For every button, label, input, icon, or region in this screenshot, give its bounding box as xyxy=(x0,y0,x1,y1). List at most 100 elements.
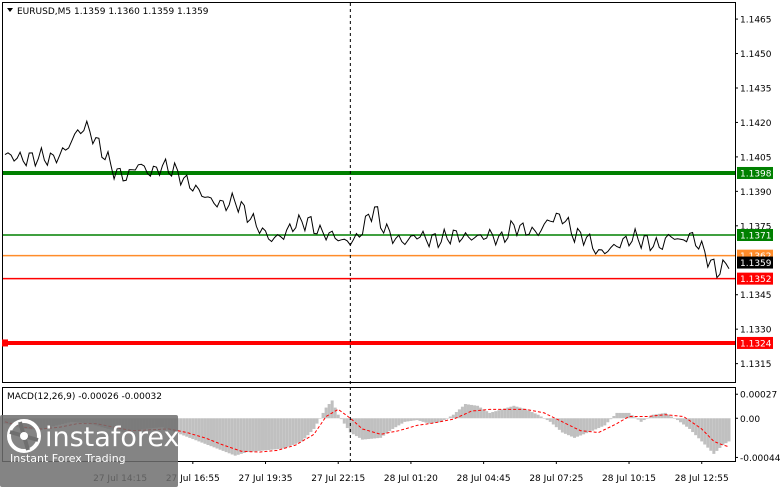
macd-bar xyxy=(597,418,601,429)
macd-bar xyxy=(657,413,661,419)
macd-bar xyxy=(397,418,401,426)
macd-bar xyxy=(330,400,334,419)
macd-bar xyxy=(188,418,192,438)
macd-bar xyxy=(566,418,570,436)
macd-bar xyxy=(494,411,498,419)
level-label-0: 1.1398 xyxy=(740,169,772,179)
macd-bar xyxy=(312,418,316,429)
macd-bar xyxy=(203,418,207,444)
price-tick-label: 1.1390 xyxy=(740,188,772,198)
macd-bar xyxy=(357,418,361,438)
macd-bar xyxy=(224,418,228,453)
macd-bar xyxy=(521,408,525,419)
macd-bar xyxy=(727,418,731,442)
macd-bar xyxy=(242,418,246,453)
macd-bar xyxy=(342,418,346,424)
time-axis: 27 Jul 14:1527 Jul 16:5527 Jul 19:3527 J… xyxy=(93,461,729,484)
macd-bar xyxy=(273,418,277,450)
macd-tick-label: 0.00027 xyxy=(740,391,777,401)
level-label-3: 1.1352 xyxy=(740,275,772,285)
macd-bar xyxy=(179,418,183,435)
watermark-tagline: Instant Forex Trading xyxy=(10,452,126,465)
level-label-4: 1.1324 xyxy=(740,339,772,349)
macd-bar xyxy=(569,418,573,437)
macd-bar xyxy=(430,418,434,424)
macd-bar xyxy=(197,418,201,442)
level-marker-4 xyxy=(2,339,8,347)
macd-bar xyxy=(400,418,404,424)
price-tick-label: 1.1450 xyxy=(740,50,772,60)
macd-bar xyxy=(306,418,310,436)
macd-bar xyxy=(254,418,258,452)
macd-bar xyxy=(633,417,637,419)
macd-bar xyxy=(270,418,274,450)
macd-bar xyxy=(460,406,464,419)
macd-bar xyxy=(345,418,349,429)
macd-bar xyxy=(563,418,567,434)
macd-bar xyxy=(533,413,537,419)
macd-bar xyxy=(424,418,428,423)
macd-axis: 0.00027 0.00 -0.00044 xyxy=(735,391,781,464)
macd-bar xyxy=(394,418,398,428)
macd-bar xyxy=(576,418,580,437)
price-tick-label: 1.1465 xyxy=(740,16,772,26)
macd-bar xyxy=(600,418,604,427)
macd-bar xyxy=(309,418,313,433)
macd-bar xyxy=(427,418,431,424)
macd-bar xyxy=(691,418,695,433)
macd-bar xyxy=(679,418,683,423)
macd-bar xyxy=(285,418,289,448)
macd-bar xyxy=(373,418,377,439)
macd-bar xyxy=(412,418,416,421)
macd-tick-label: -0.00044 xyxy=(740,454,781,464)
macd-bar xyxy=(327,404,331,419)
symbol-header-text: EURUSD,M5 1.1359 1.1360 1.1359 1.1359 xyxy=(17,7,209,17)
macd-bar xyxy=(606,418,610,423)
macd-bar xyxy=(297,418,301,443)
macd-bar xyxy=(185,418,189,437)
macd-bar xyxy=(282,418,286,449)
macd-bar xyxy=(318,418,322,419)
macd-bar xyxy=(333,407,337,419)
time-tick-label: 28 Jul 10:15 xyxy=(602,474,656,484)
macd-bar xyxy=(509,406,513,419)
time-tick-label: 28 Jul 04:45 xyxy=(457,474,511,484)
macd-bar xyxy=(442,418,446,421)
macd-bar xyxy=(321,412,325,419)
macd-bar xyxy=(457,409,461,419)
macd-bar xyxy=(257,418,261,451)
macd-bar xyxy=(291,418,295,445)
macd-bar xyxy=(267,418,271,451)
macd-bar xyxy=(645,418,649,419)
macd-bar xyxy=(627,412,631,419)
macd-bar xyxy=(594,418,598,430)
macd-bar xyxy=(715,418,719,451)
instaforex-watermark: instaforex Instant Forex Trading xyxy=(0,415,179,487)
macd-bar xyxy=(482,409,486,419)
macd-bar xyxy=(239,418,243,454)
macd-bar xyxy=(212,418,216,448)
macd-bar xyxy=(479,407,483,419)
symbol-header: EURUSD,M5 1.1359 1.1360 1.1359 1.1359 xyxy=(7,7,209,17)
macd-bar xyxy=(251,418,255,452)
price-tick-label: 1.1330 xyxy=(740,326,772,336)
macd-bar xyxy=(591,418,595,431)
macd-bar xyxy=(618,412,622,419)
macd-bar xyxy=(524,409,528,419)
macd-bar xyxy=(391,418,395,429)
macd-bar xyxy=(451,414,455,419)
macd-bar xyxy=(385,418,389,434)
macd-bar xyxy=(182,418,186,436)
macd-bar xyxy=(515,406,519,419)
macd-bar xyxy=(560,418,564,433)
macd-bar xyxy=(260,418,264,451)
macd-bar xyxy=(388,418,392,432)
macd-bar xyxy=(227,418,231,454)
macd-bar xyxy=(436,418,440,423)
macd-bar xyxy=(682,418,686,425)
macd-bar xyxy=(194,418,198,441)
macd-bar xyxy=(448,416,452,419)
macd-bar xyxy=(603,418,607,426)
macd-bar xyxy=(694,418,698,436)
time-tick-label: 28 Jul 07:25 xyxy=(529,474,583,484)
